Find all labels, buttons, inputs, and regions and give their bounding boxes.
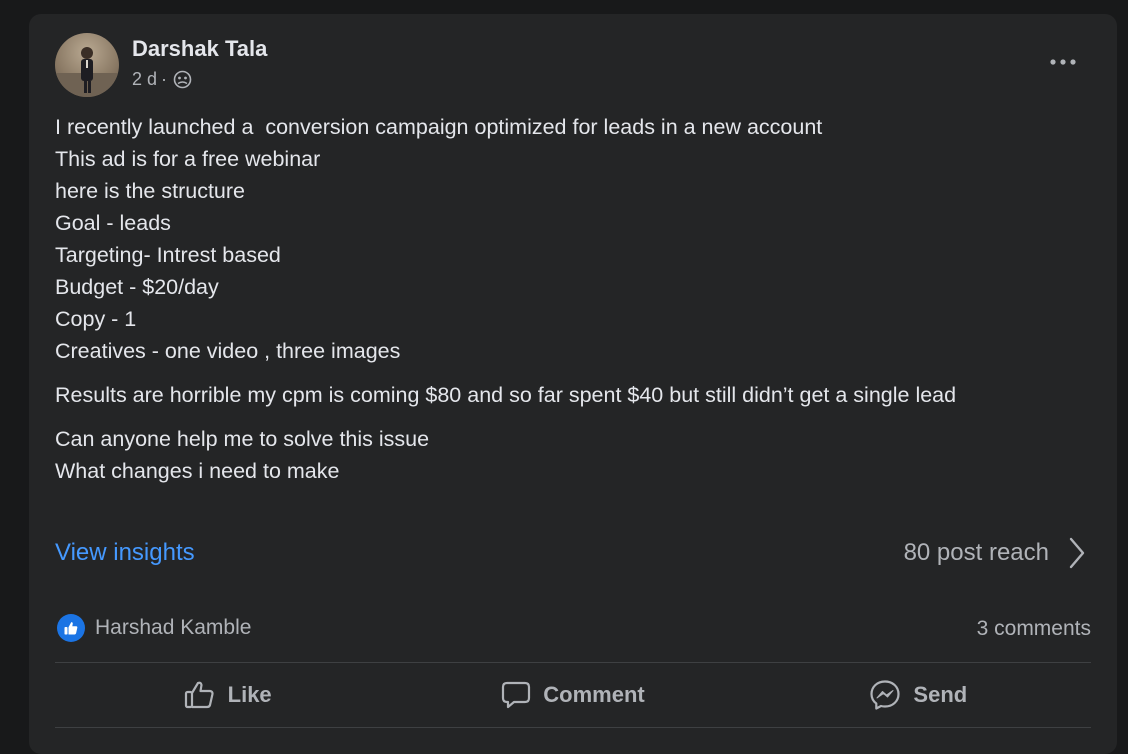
divider xyxy=(55,727,1091,728)
comment-label: Comment xyxy=(543,682,645,707)
comment-button[interactable]: Comment xyxy=(400,663,745,727)
post-line: I recently launched a conversion campaig… xyxy=(55,115,823,139)
post-paragraph: I recently launched a conversion campaig… xyxy=(55,111,1095,367)
comments-count[interactable]: 3 comments xyxy=(977,617,1091,641)
post-body: I recently launched a conversion campaig… xyxy=(55,111,1095,499)
reactions-summary[interactable]: Harshad Kamble xyxy=(57,614,251,642)
post-reach-button[interactable]: 80 post reach xyxy=(904,536,1087,570)
like-button[interactable]: Like xyxy=(55,663,400,727)
post-time[interactable]: 2 d xyxy=(132,69,157,90)
post-paragraph: Results are horrible my cpm is coming $8… xyxy=(55,379,1095,411)
comment-bubble-icon xyxy=(502,681,531,709)
post-line: Goal - leads xyxy=(55,211,171,235)
post-line: What changes i need to make xyxy=(55,459,340,483)
author-name[interactable]: Darshak Tala xyxy=(132,36,267,62)
person-photo-icon xyxy=(55,47,119,97)
post-line: Copy - 1 xyxy=(55,307,137,331)
post-line: This ad is for a free webinar xyxy=(55,147,321,171)
post-line: Can anyone help me to solve this issue xyxy=(55,427,430,451)
post-line: Creatives - one video , three images xyxy=(55,339,401,363)
post-line: Results are horrible my cpm is coming $8… xyxy=(55,383,957,407)
post-line: Budget - $20/day xyxy=(55,275,219,299)
messenger-icon xyxy=(870,680,901,710)
action-bar: Like Comment Send xyxy=(55,663,1091,727)
like-label: Like xyxy=(227,682,272,707)
post-card: Darshak Tala 2 d · I recently launched a… xyxy=(29,14,1117,754)
meta-separator: · xyxy=(161,69,168,89)
thumbs-up-badge-icon xyxy=(57,614,85,642)
post-paragraph: Can anyone help me to solve this issue W… xyxy=(55,423,1095,487)
more-horizontal-icon[interactable] xyxy=(1039,48,1087,76)
post-line: here is the structure xyxy=(55,179,246,203)
avatar[interactable] xyxy=(55,33,119,97)
post-line: Targeting- Intrest based xyxy=(55,243,281,267)
view-insights-link[interactable]: View insights xyxy=(55,539,195,567)
thumbs-up-icon xyxy=(184,681,214,709)
post-meta: 2 d · xyxy=(132,69,192,90)
post-reach-label: 80 post reach xyxy=(903,539,1049,566)
send-label: Send xyxy=(913,682,968,707)
send-button[interactable]: Send xyxy=(746,663,1091,727)
chevron-right-icon xyxy=(1069,537,1085,569)
reactor-name: Harshad Kamble xyxy=(95,616,252,639)
group-globe-icon[interactable] xyxy=(173,70,192,89)
